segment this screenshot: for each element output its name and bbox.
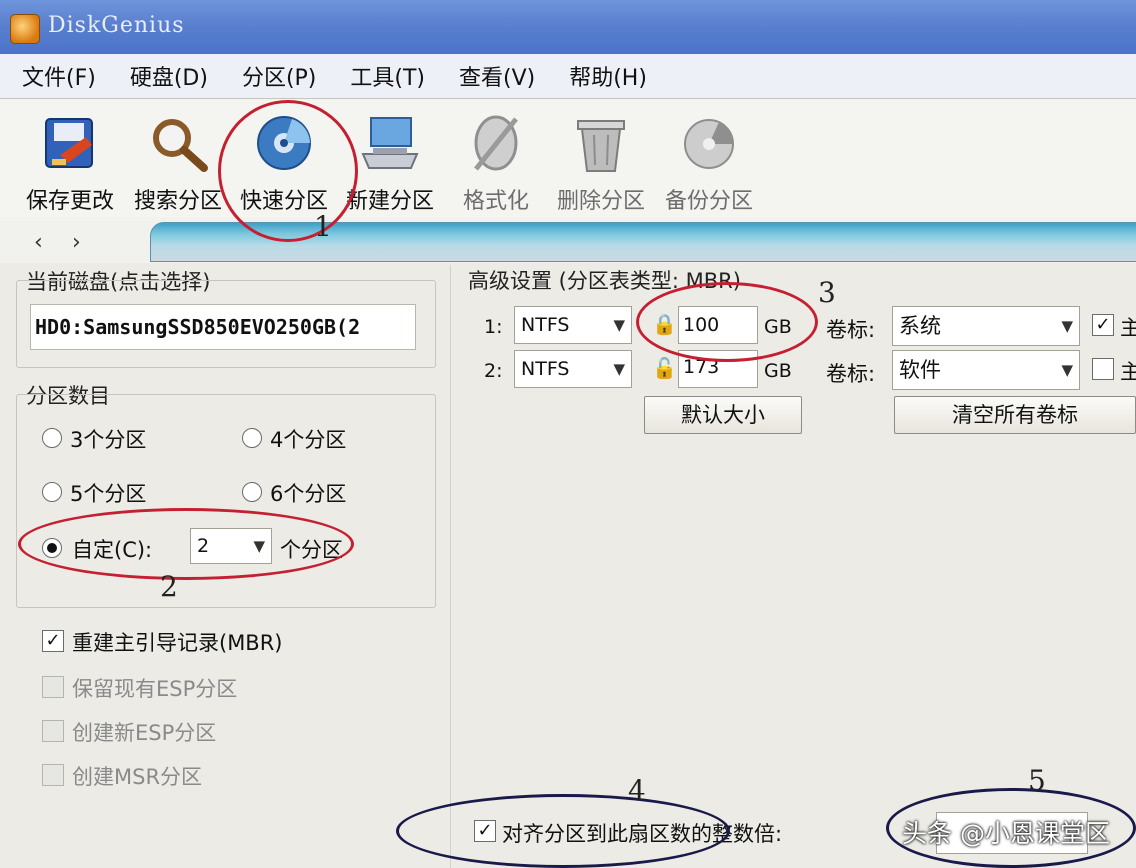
radio-3-partitions[interactable] <box>42 428 62 448</box>
watermark: 头条 @小恩课堂区 <box>902 819 1110 848</box>
search-partition-button[interactable]: 搜索分区 <box>134 111 222 215</box>
annotation-ellipse-3 <box>636 282 818 362</box>
row-1-volume-dropdown[interactable]: 系统 ▼ <box>892 306 1080 346</box>
row-2-volume-label-caption: 卷标: <box>826 362 876 386</box>
rebuild-mbr-checkbox[interactable]: ✓ <box>42 630 64 652</box>
create-esp-label: 创建新ESP分区 <box>72 721 217 745</box>
menu-partition[interactable]: 分区(P) <box>242 60 316 92</box>
backup-partition-button[interactable]: 备份分区 <box>665 111 753 215</box>
row-1-filesystem-value: NTFS <box>521 314 570 336</box>
menu-view[interactable]: 查看(V) <box>459 60 535 92</box>
row-2-primary-label: 主 <box>1120 360 1136 384</box>
annotation-number-2: 2 <box>160 570 178 603</box>
menu-file[interactable]: 文件(F) <box>22 60 96 92</box>
backup-partition-label: 备份分区 <box>665 189 754 214</box>
radio-6-partitions-label: 6个分区 <box>270 482 347 506</box>
annotation-number-1: 1 <box>314 210 332 243</box>
create-msr-checkbox[interactable] <box>42 764 64 786</box>
nav-forward-icon[interactable]: › <box>72 230 81 255</box>
menu-bar: 文件(F) 硬盘(D) 分区(P) 工具(T) 查看(V) 帮助(H) <box>0 54 1136 99</box>
nav-back-icon[interactable]: ‹ <box>34 230 43 255</box>
format-icon <box>463 111 529 177</box>
save-changes-label: 保存更改 <box>26 189 115 214</box>
new-partition-button[interactable]: 新建分区 <box>346 111 434 215</box>
delete-partition-button[interactable]: 删除分区 <box>557 111 645 215</box>
delete-icon <box>568 111 634 177</box>
window-title: DiskGenius <box>48 13 185 38</box>
save-changes-button[interactable]: 保存更改 <box>26 111 114 215</box>
radio-5-partitions[interactable] <box>42 482 62 502</box>
row-2-index: 2: <box>484 360 503 382</box>
radio-4-partitions[interactable] <box>242 428 262 448</box>
row-2-filesystem-value: NTFS <box>521 358 570 380</box>
backup-icon <box>676 111 742 177</box>
annotation-ellipse-1 <box>218 100 358 242</box>
row-2-volume-dropdown[interactable]: 软件 ▼ <box>892 350 1080 390</box>
annotation-number-5: 5 <box>1028 764 1046 797</box>
row-1-primary-label: 主 <box>1120 316 1136 340</box>
annotation-ellipse-4 <box>396 794 730 868</box>
row-2-volume-value: 软件 <box>899 358 941 382</box>
row-2-filesystem-dropdown[interactable]: NTFS ▼ <box>514 350 632 388</box>
annotation-ellipse-2 <box>18 508 354 580</box>
menu-help[interactable]: 帮助(H) <box>569 60 647 92</box>
row-1-index: 1: <box>484 316 503 338</box>
keep-esp-checkbox[interactable] <box>42 676 64 698</box>
rebuild-mbr-label: 重建主引导记录(MBR) <box>72 631 283 655</box>
format-button[interactable]: 格式化 <box>463 111 529 215</box>
radio-6-partitions[interactable] <box>242 482 262 502</box>
search-icon <box>145 111 211 177</box>
radio-5-partitions-label: 5个分区 <box>70 482 147 506</box>
clear-all-labels-button[interactable]: 清空所有卷标 <box>894 396 1136 434</box>
keep-esp-label: 保留现有ESP分区 <box>72 677 238 701</box>
row-2-primary-checkbox[interactable] <box>1092 358 1114 380</box>
row-1-filesystem-dropdown[interactable]: NTFS ▼ <box>514 306 632 344</box>
app-logo-icon <box>10 14 40 44</box>
row-1-volume-value: 系统 <box>899 314 941 338</box>
delete-partition-label: 删除分区 <box>557 189 646 214</box>
chevron-down-icon: ▼ <box>1061 317 1073 335</box>
create-esp-checkbox[interactable] <box>42 720 64 742</box>
create-msr-label: 创建MSR分区 <box>72 765 203 789</box>
new-partition-icon <box>357 111 423 177</box>
row-1-volume-label-caption: 卷标: <box>826 318 876 342</box>
toolbar: 保存更改 搜索分区 快速分区 新建分区 格式化 删除分区 备份分区 <box>0 99 1136 217</box>
chevron-down-icon: ▼ <box>613 360 625 378</box>
menu-tools[interactable]: 工具(T) <box>350 60 425 92</box>
save-icon <box>37 111 103 177</box>
radio-4-partitions-label: 4个分区 <box>270 428 347 452</box>
annotation-number-4: 4 <box>628 774 646 807</box>
search-partition-label: 搜索分区 <box>134 189 223 214</box>
new-partition-label: 新建分区 <box>346 189 435 214</box>
default-size-button[interactable]: 默认大小 <box>644 396 802 434</box>
row-2-unit: GB <box>764 360 792 382</box>
chevron-down-icon: ▼ <box>1061 361 1073 379</box>
annotation-number-3: 3 <box>818 276 836 309</box>
format-label: 格式化 <box>463 189 530 214</box>
radio-3-partitions-label: 3个分区 <box>70 428 147 452</box>
unlock-icon[interactable]: 🔓 <box>652 356 677 380</box>
row-1-primary-checkbox[interactable]: ✓ <box>1092 314 1114 336</box>
menu-disk[interactable]: 硬盘(D) <box>130 60 208 92</box>
current-disk-selector[interactable]: HD0:SamsungSSD850EVO250GB(2 <box>30 304 416 350</box>
chevron-down-icon: ▼ <box>613 316 625 334</box>
